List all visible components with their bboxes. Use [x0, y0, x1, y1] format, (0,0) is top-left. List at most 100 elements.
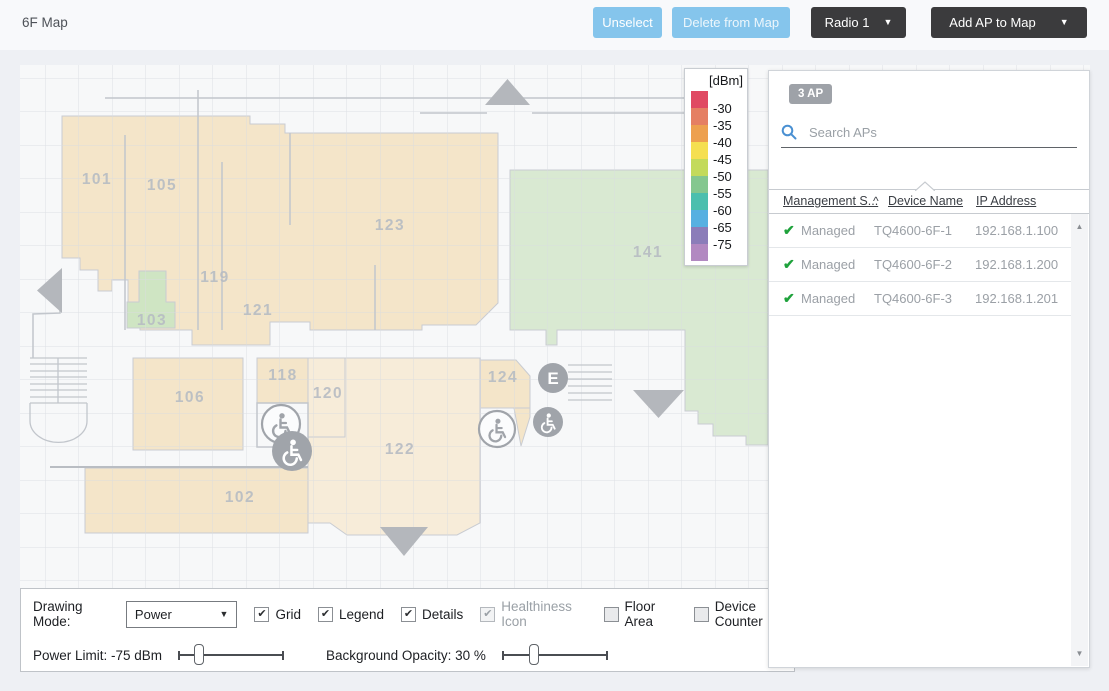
- svg-text:E: E: [547, 369, 558, 388]
- table-row[interactable]: ✔ Managed TQ4600-6F-3 192.168.1.201: [769, 282, 1072, 316]
- legend-label: -40: [713, 134, 732, 151]
- legend-label: -55: [713, 185, 732, 202]
- background-opacity-slider[interactable]: [502, 644, 608, 666]
- checkbox-details[interactable]: ✔ Details: [401, 607, 463, 622]
- table-row[interactable]: ✔ManagedTQ4600-6F-1192.168.1.100: [769, 214, 1072, 248]
- room-label: 124: [488, 369, 518, 386]
- column-header-management-state[interactable]: Management S...: [783, 194, 878, 208]
- checkbox-box[interactable]: [694, 607, 709, 622]
- table-header-row: Management S... ^ Device Name IP Address: [769, 189, 1089, 214]
- ap-list-panel: 3 AP Management S... ^ Device Name IP Ad…: [768, 70, 1090, 668]
- checkbox-box[interactable]: ✔: [254, 607, 269, 622]
- legend-swatch: [691, 108, 708, 125]
- legend-swatch: [691, 244, 708, 261]
- power-limit-slider[interactable]: [178, 644, 284, 666]
- ip-address-cell: 192.168.1.200: [975, 257, 1058, 272]
- checkbox-legend[interactable]: ✔ Legend: [318, 607, 384, 622]
- chevron-down-icon: ▼: [220, 610, 229, 619]
- power-limit-label: Power Limit: -75 dBm: [33, 648, 162, 663]
- background-opacity-slider-thumb[interactable]: [529, 644, 539, 665]
- slider-end-tick: [178, 651, 180, 660]
- legend-label: -45: [713, 151, 732, 168]
- radio-select-button[interactable]: Radio 1 ▼: [811, 7, 906, 38]
- room-label: 102: [225, 489, 255, 506]
- legend-label: -35: [713, 117, 732, 134]
- checkbox-box[interactable]: ✔: [318, 607, 333, 622]
- search-icon: [781, 124, 797, 140]
- slider-end-tick: [606, 651, 608, 660]
- checkbox-group: ✔ Grid ✔ Legend ✔ Details ✔ Healthiness Icon Flo…: [237, 599, 794, 629]
- room-label: 118: [268, 367, 298, 384]
- legend-swatches: [691, 91, 708, 261]
- scrollbar[interactable]: ▲ ▼: [1071, 214, 1088, 666]
- checkbox-grid[interactable]: ✔ Grid: [254, 607, 301, 622]
- scroll-up-arrow[interactable]: ▲: [1071, 222, 1088, 231]
- drawing-mode-value: Power: [135, 607, 172, 622]
- managed-check-icon: ✔: [783, 290, 795, 307]
- checkbox-label: Legend: [339, 607, 384, 622]
- checkbox-box[interactable]: ✔: [401, 607, 416, 622]
- chevron-down-icon: ▼: [1060, 18, 1069, 27]
- legend-label: -75: [713, 236, 732, 253]
- room-label: 106: [175, 389, 205, 406]
- checkbox-label: Floor Area: [625, 599, 677, 629]
- page-title: 6F Map: [22, 15, 68, 30]
- legend-swatch: [691, 210, 708, 227]
- room-label: 103: [137, 312, 167, 329]
- legend-label: -65: [713, 219, 732, 236]
- device-name-cell: TQ4600-6F-3: [874, 291, 952, 306]
- scroll-down-arrow[interactable]: ▼: [1071, 649, 1088, 658]
- ip-address-cell: 192.168.1.100: [975, 223, 1058, 238]
- legend-title: [dBm]: [691, 72, 747, 91]
- slider-end-tick: [282, 651, 284, 660]
- room-label: 123: [375, 217, 405, 234]
- legend-label: -30: [713, 100, 732, 117]
- ip-address-cell: 192.168.1.201: [975, 291, 1058, 306]
- radio-select-label: Radio 1: [825, 15, 870, 30]
- legend-panel: [dBm] -30-35-40-45-50-55-60-65-75: [684, 68, 748, 266]
- management-state-cell: Managed: [801, 223, 855, 238]
- ap-count-badge: 3 AP: [789, 84, 832, 104]
- managed-check-icon: ✔: [783, 256, 795, 273]
- room-label: 105: [147, 177, 177, 194]
- legend-swatch: [691, 142, 708, 159]
- checkbox-box[interactable]: ✔: [480, 607, 495, 622]
- map-controls-bar: Drawing Mode: Power ▼ ✔ Grid ✔ Legend ✔ Detai…: [20, 588, 795, 672]
- managed-check-icon: ✔: [783, 222, 795, 239]
- checkbox-label: Healthiness Icon: [501, 599, 586, 629]
- legend-label: -50: [713, 168, 732, 185]
- room-label: 101: [82, 171, 112, 188]
- table-row[interactable]: ✔ManagedTQ4600-6F-2192.168.1.200: [769, 248, 1072, 282]
- device-name-cell: TQ4600-6F-2: [874, 257, 952, 272]
- management-state-cell: Managed: [801, 291, 855, 306]
- header-notch: [915, 181, 935, 191]
- wheelchair-icon: [533, 407, 563, 437]
- checkbox-floor-area[interactable]: Floor Area: [604, 599, 677, 629]
- checkbox-label: Details: [422, 607, 463, 622]
- delete-from-map-button[interactable]: Delete from Map: [672, 7, 790, 38]
- search-bar: [781, 117, 1077, 148]
- legend-swatch: [691, 91, 708, 108]
- wheelchair-icon: [272, 431, 312, 471]
- search-input[interactable]: [807, 124, 1077, 141]
- checkbox-box[interactable]: [604, 607, 619, 622]
- elevator-icon: E: [538, 363, 568, 393]
- legend-labels: -30-35-40-45-50-55-60-65-75: [708, 91, 745, 261]
- unselect-button[interactable]: Unselect: [593, 7, 662, 38]
- legend-label: -60: [713, 202, 732, 219]
- checkbox-healthiness-icon: ✔ Healthiness Icon: [480, 599, 586, 629]
- legend-swatch: [691, 159, 708, 176]
- drawing-mode-label: Drawing Mode:: [33, 599, 118, 629]
- drawing-mode-select[interactable]: Power ▼: [126, 601, 238, 628]
- slider-track: [502, 654, 608, 656]
- column-header-ip-address[interactable]: IP Address: [976, 194, 1036, 208]
- legend-swatch: [691, 125, 708, 142]
- power-limit-slider-thumb[interactable]: [194, 644, 204, 665]
- chevron-down-icon: ▼: [883, 18, 892, 27]
- top-toolbar: 6F Map Unselect Delete from Map Radio 1 …: [0, 0, 1109, 50]
- checkbox-label: Grid: [275, 607, 301, 622]
- column-header-device-name[interactable]: Device Name: [888, 194, 963, 208]
- add-ap-to-map-button[interactable]: Add AP to Map ▼: [931, 7, 1087, 38]
- sort-ascending-indicator: ^: [873, 194, 879, 208]
- room-label: 121: [243, 302, 273, 319]
